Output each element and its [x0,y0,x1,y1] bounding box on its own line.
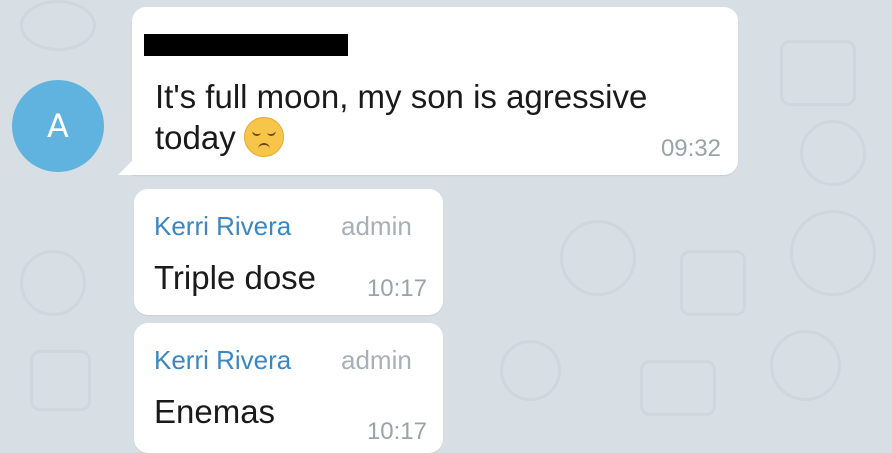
background-doodle [800,120,866,186]
background-doodle [20,250,86,316]
bubble-tail [118,159,134,175]
admin-badge: admin [341,345,412,375]
sender-name[interactable]: Kerri Rivera [154,211,291,242]
message-timestamp: 09:32 [660,135,721,162]
background-doodle [30,350,91,411]
background-doodle [500,340,561,401]
background-doodle [680,250,746,316]
admin-badge: admin [341,211,412,241]
avatar-letter: A [47,107,69,145]
background-doodle [780,40,856,106]
message-bubble[interactable]: It's full moon, my son is agressive toda… [118,7,738,175]
background-doodle [770,330,841,401]
message-text: Enemas [154,393,276,430]
message-text: It's full moon, my son is agressive toda… [155,77,715,158]
background-doodle [790,210,876,296]
message-bubble[interactable]: Kerri Rivera admin Enemas 10:17 [134,323,443,453]
user-avatar[interactable]: A [12,80,104,172]
sender-name[interactable]: Kerri Rivera [154,345,291,376]
background-doodle [560,220,636,296]
pensive-face-icon [243,117,284,157]
message-text: Triple dose [154,259,317,296]
background-doodle [640,360,716,416]
background-doodle [20,0,96,51]
redacted-sender-name [144,34,348,56]
message-timestamp: 10:17 [366,418,427,445]
message-bubble[interactable]: Kerri Rivera admin Triple dose 10:17 [134,189,443,315]
message-timestamp: 10:17 [366,275,427,302]
message-text-content: It's full moon, my son is agressive toda… [155,78,648,156]
